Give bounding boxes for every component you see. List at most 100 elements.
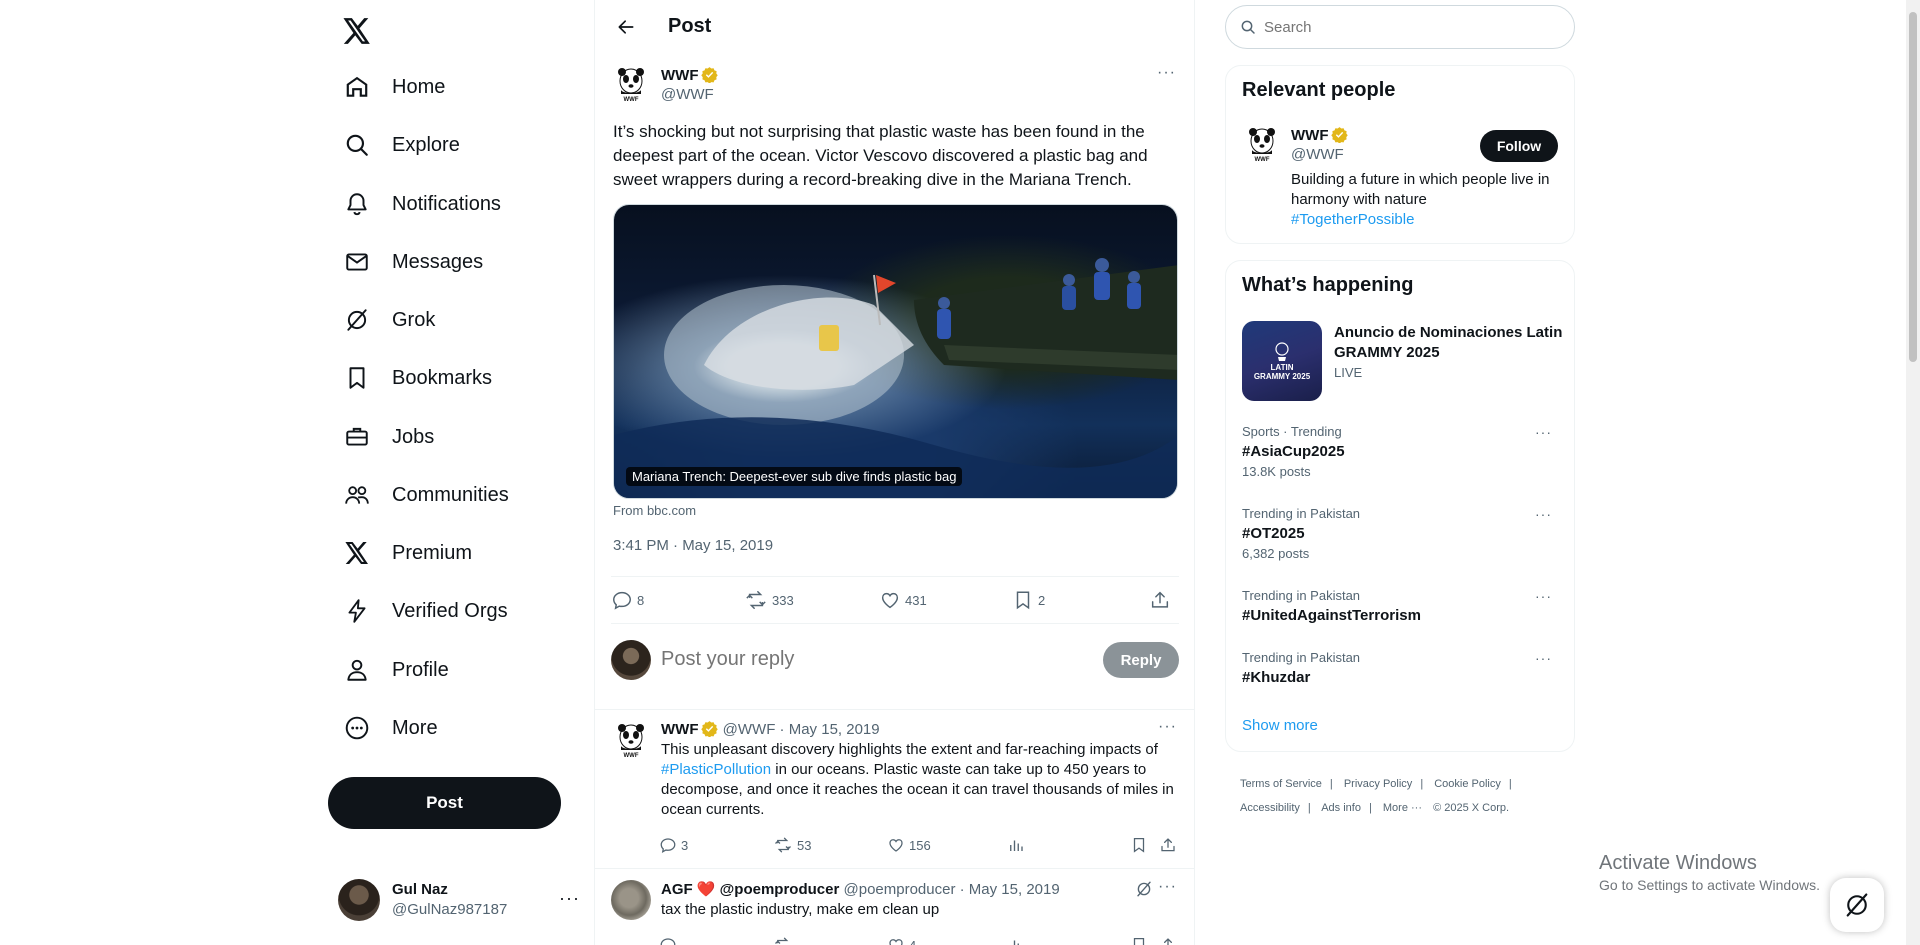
bookmark-stat[interactable]: 2 — [1012, 589, 1045, 611]
footer-link[interactable]: Privacy Policy — [1344, 778, 1412, 790]
post-button[interactable]: Post — [328, 777, 561, 829]
footer-link[interactable]: Accessibility — [1240, 802, 1300, 814]
like-stat[interactable]: 431 — [879, 589, 927, 611]
tweet-date[interactable]: May 15, 2019 — [969, 881, 1060, 898]
like-stat[interactable]: 156 — [887, 836, 931, 854]
search-input[interactable] — [1264, 18, 1544, 36]
trend-count: 6,382 posts — [1242, 546, 1310, 561]
nav-communities[interactable]: Communities — [330, 470, 521, 520]
link-card[interactable]: Mariana Trench: Deepest-ever sub dive fi… — [613, 204, 1178, 499]
divider — [595, 868, 1195, 869]
nav-messages[interactable]: Messages — [330, 237, 495, 287]
scrollbar-thumb[interactable] — [1909, 12, 1917, 362]
post-author-name[interactable]: WWF — [661, 66, 719, 84]
reply-stat[interactable]: 8 — [611, 589, 644, 611]
tweet-author-name[interactable]: AGF ❤️ @poemproducer — [661, 881, 839, 898]
share-icon[interactable] — [1159, 836, 1181, 854]
grok-icon[interactable] — [1135, 880, 1153, 898]
more-icon[interactable]: ··· — [1158, 878, 1177, 896]
reply-button[interactable]: Reply — [1103, 642, 1179, 678]
post-timestamp[interactable]: 3:41 PM · May 15, 2019 — [613, 537, 773, 554]
home-icon — [342, 72, 372, 102]
search-box[interactable] — [1225, 5, 1575, 49]
trend-context: Trending in Pakistan — [1242, 506, 1361, 521]
wwf-panda-logo[interactable]: WWF — [611, 720, 651, 760]
event-title[interactable]: Anuncio de Nominaciones Latin GRAMMY 202… — [1334, 323, 1564, 363]
trend-context: Sports · Trending — [1242, 424, 1342, 439]
reply-stat[interactable]: 3 — [659, 836, 688, 854]
more-icon[interactable]: ··· — [1158, 718, 1177, 736]
trend-item[interactable]: Trending in Pakistan #OT2025 6,382 posts… — [1242, 506, 1562, 562]
trend-item[interactable]: Sports · Trending #AsiaCup2025 13.8K pos… — [1242, 424, 1562, 480]
person-handle[interactable]: @WWF — [1291, 146, 1344, 163]
card-source[interactable]: From bbc.com — [613, 503, 696, 518]
nav-label: Jobs — [392, 425, 435, 448]
nav-home[interactable]: Home — [330, 62, 457, 112]
hashtag-link[interactable]: #TogetherPossible — [1291, 210, 1561, 230]
tweet-author-handle[interactable]: @WWF — [723, 721, 776, 738]
back-arrow-icon[interactable] — [611, 12, 641, 42]
whats-happening-panel: What’s happening LATIN GRAMMY 2025 Anunc… — [1225, 260, 1575, 752]
follow-button[interactable]: Follow — [1480, 130, 1558, 162]
more-icon[interactable]: ··· — [1535, 650, 1552, 666]
more-icon[interactable]: ··· — [1157, 64, 1176, 82]
nav-jobs[interactable]: Jobs — [330, 412, 446, 462]
nav-explore[interactable]: Explore — [330, 120, 472, 170]
account-switcher[interactable]: Gul Naz @GulNaz987187 ··· — [338, 876, 580, 924]
nav-label: Notifications — [392, 192, 501, 215]
share-icon[interactable] — [1159, 936, 1181, 945]
more-icon[interactable]: ··· — [1535, 588, 1552, 604]
tweet-author-handle[interactable]: @poemproducer — [844, 881, 956, 898]
person-name-text: WWF — [1291, 127, 1329, 144]
nav-premium[interactable]: Premium — [330, 528, 484, 578]
nav-label: Messages — [392, 250, 484, 273]
show-more-link[interactable]: Show more — [1242, 717, 1318, 734]
tweet-author-name[interactable]: WWF — [661, 721, 698, 738]
nav-profile[interactable]: Profile — [330, 645, 461, 695]
hashtag-link[interactable]: #PlasticPollution — [661, 761, 771, 778]
nav-grok[interactable]: Grok — [330, 295, 447, 345]
bookmark-icon[interactable] — [1130, 936, 1152, 945]
reply-input[interactable] — [661, 648, 926, 671]
repost-stat[interactable]: 333 — [744, 589, 794, 611]
nav-notifications[interactable]: Notifications — [330, 179, 513, 229]
repost-stat[interactable]: 53 — [773, 836, 811, 854]
bookmark-count: 2 — [1038, 592, 1046, 608]
nav-label: Grok — [392, 308, 436, 331]
more-icon[interactable]: ··· — [559, 888, 580, 909]
panel-title: Relevant people — [1242, 79, 1396, 101]
avatar[interactable] — [611, 880, 651, 920]
analytics-icon[interactable] — [1007, 836, 1029, 854]
account-name: Gul Naz — [392, 881, 448, 898]
page-scrollbar[interactable] — [1906, 0, 1920, 945]
grok-floating-button[interactable] — [1830, 878, 1884, 932]
more-icon[interactable]: ··· — [1535, 424, 1552, 440]
footer-link[interactable]: Terms of Service — [1240, 778, 1322, 790]
more-icon[interactable]: ··· — [1535, 506, 1552, 522]
bookmark-icon[interactable] — [1130, 836, 1152, 854]
divider — [595, 709, 1195, 710]
share-icon[interactable] — [1149, 589, 1175, 611]
trend-item[interactable]: Trending in Pakistan #Khuzdar ··· — [1242, 650, 1562, 688]
footer-link[interactable]: Ads info — [1321, 802, 1361, 814]
repost-count: 53 — [797, 837, 812, 853]
wwf-panda-logo[interactable]: WWF — [1242, 124, 1282, 164]
reply-icon[interactable] — [659, 936, 681, 945]
footer-link[interactable]: Cookie Policy — [1434, 778, 1501, 790]
event-thumbnail[interactable]: LATIN GRAMMY 2025 — [1242, 321, 1322, 401]
like-stat[interactable]: 4 — [887, 936, 916, 945]
repost-icon[interactable] — [773, 936, 797, 945]
wwf-panda-logo[interactable]: WWF — [611, 64, 651, 104]
like-count: 431 — [905, 592, 927, 608]
footer-link[interactable]: More ··· — [1383, 802, 1422, 814]
nav-more[interactable]: More — [330, 703, 450, 753]
trend-item[interactable]: Trending in Pakistan #UnitedAgainstTerro… — [1242, 588, 1562, 626]
tweet-date[interactable]: May 15, 2019 — [789, 721, 880, 738]
person-name[interactable]: WWF — [1291, 126, 1349, 144]
nav-bookmarks[interactable]: Bookmarks — [330, 353, 504, 403]
svg-text:WWF: WWF — [624, 97, 639, 102]
analytics-icon[interactable] — [1007, 936, 1029, 945]
post-author-handle[interactable]: @WWF — [661, 86, 714, 103]
x-logo-icon[interactable] — [336, 10, 378, 52]
nav-verified-orgs[interactable]: Verified Orgs — [330, 586, 520, 636]
